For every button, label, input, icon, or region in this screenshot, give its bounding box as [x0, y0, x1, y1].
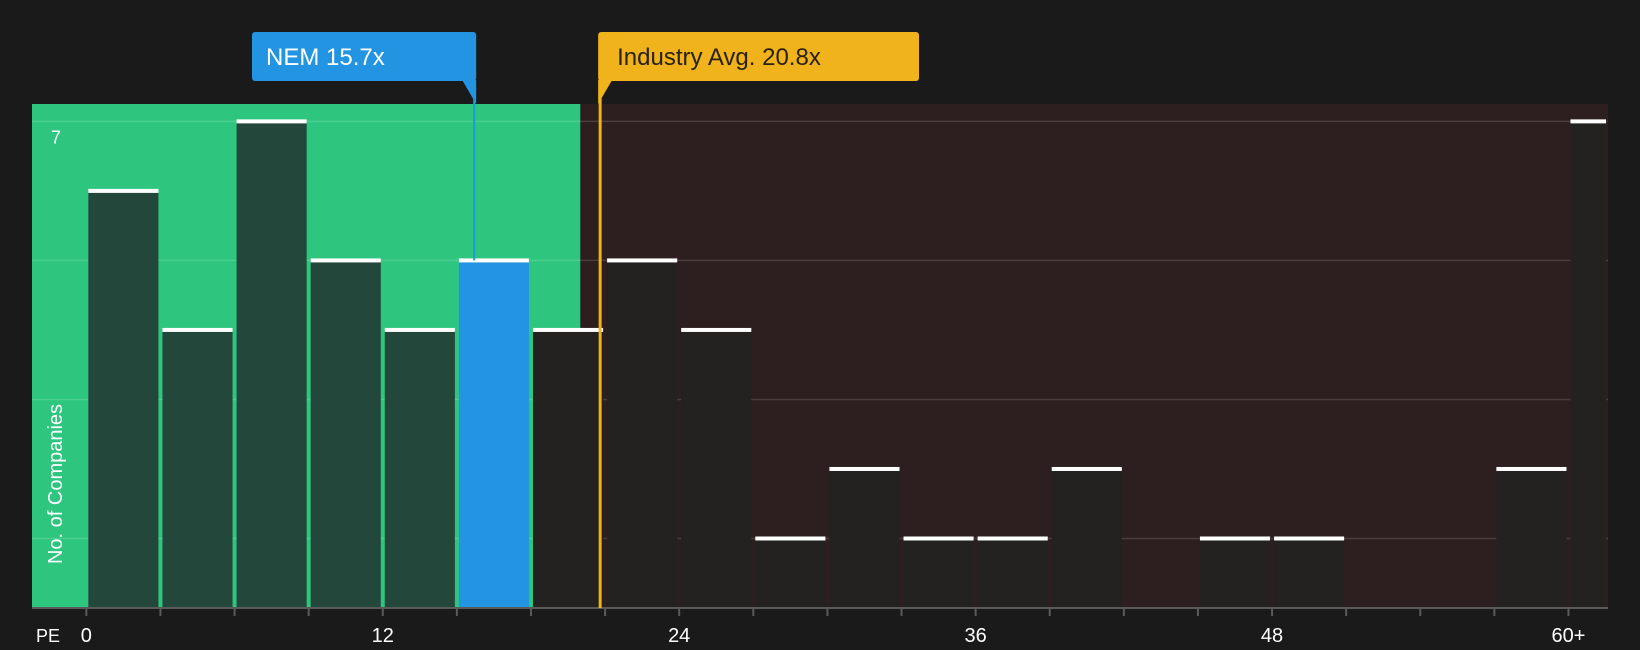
- pe-distribution-chart: 0 12 24 36 48 60+ 7 PE No. of Companies NEM 1…: [0, 0, 1640, 650]
- bar-cap: [1051, 466, 1122, 471]
- histogram-bar: [236, 121, 307, 609]
- bar-cap: [829, 466, 900, 471]
- histogram-bar: [1199, 538, 1271, 608]
- bar-cap: [1496, 466, 1567, 471]
- x-tick-label: 0: [81, 625, 92, 647]
- histogram-bar: [903, 538, 974, 608]
- x-tick-label: 12: [372, 625, 394, 647]
- bar-cap: [532, 327, 604, 332]
- bar-cap: [755, 536, 826, 541]
- histogram-bar: [384, 329, 455, 608]
- company-label: NEM 15.7x: [266, 44, 385, 71]
- y-axis-ticks: 7: [51, 127, 61, 147]
- industry-average-label: Industry Avg. 20.8x: [617, 44, 821, 71]
- bar-cap: [1570, 119, 1606, 124]
- bar-cap: [384, 327, 455, 332]
- histogram-bar: [1570, 121, 1606, 609]
- histogram-bar: [162, 329, 233, 608]
- x-tick-label: 60+: [1552, 625, 1586, 647]
- x-tick-label: 36: [964, 625, 986, 647]
- bar-cap: [1199, 536, 1271, 541]
- bar-cap: [681, 327, 752, 332]
- histogram-bar: [1051, 468, 1122, 608]
- histogram-bar: [977, 538, 1048, 608]
- histogram-bar: [681, 329, 752, 608]
- histogram-bar: [607, 260, 678, 608]
- bar-cap: [88, 188, 159, 193]
- x-tick-label: 24: [668, 625, 690, 647]
- histogram-bar: [310, 260, 381, 608]
- bar-cap: [162, 327, 233, 332]
- x-tick-label: 48: [1261, 625, 1283, 647]
- histogram-bar: [829, 468, 900, 608]
- x-axis-label: PE: [36, 626, 60, 646]
- bar-cap: [236, 119, 307, 124]
- y-tick-label: 7: [51, 127, 61, 147]
- y-axis-label: No. of Companies: [45, 404, 67, 564]
- histogram-bar: [1274, 538, 1345, 608]
- histogram-bar: [532, 329, 604, 608]
- bar-cap: [977, 536, 1048, 541]
- histogram-bar: [458, 260, 529, 608]
- bar-cap: [1274, 536, 1345, 541]
- histogram-bar: [1496, 468, 1567, 608]
- histogram-bar: [755, 538, 826, 608]
- histogram-bar: [88, 190, 159, 608]
- bar-cap: [903, 536, 974, 541]
- bar-cap: [310, 258, 381, 263]
- bar-cap: [458, 258, 529, 263]
- bar-cap: [607, 258, 678, 263]
